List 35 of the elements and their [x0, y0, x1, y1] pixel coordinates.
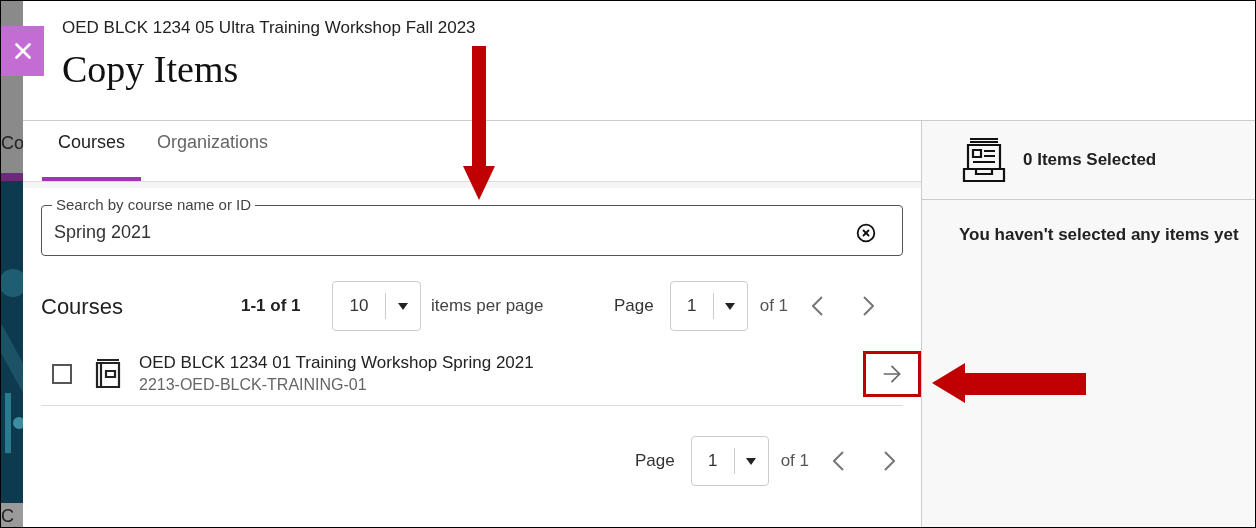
clear-icon: [856, 222, 876, 243]
items-per-page-select[interactable]: 10: [332, 281, 421, 331]
search-field[interactable]: Search by course name or ID Spring 2021: [41, 196, 903, 256]
page-total: of 1: [759, 295, 789, 318]
dialog-title: Copy Items: [62, 46, 240, 91]
search-label: Search by course name or ID: [55, 196, 253, 214]
course-icon: [95, 358, 121, 389]
tab[interactable]: Organizations: [141, 123, 285, 181]
course-name: OED BLCK 1234 05 Ultra Training Workshop Fall 2023: [62, 17, 477, 39]
chevron-left-icon: [812, 296, 824, 316]
page-select[interactable]: 1: [690, 436, 769, 486]
close-button[interactable]: [1, 26, 44, 76]
chevron-right-icon: [863, 296, 875, 316]
course-id: 2213-OED-BLCK-TRAINING-01: [139, 374, 368, 395]
items-per-page-label: items per page: [431, 295, 545, 318]
clear-search-button[interactable]: [856, 222, 876, 243]
dropdown-caret-icon: [724, 302, 735, 310]
dropdown-caret-icon: [398, 302, 408, 310]
page-label: Page: [614, 295, 654, 318]
inbox-tray-icon: [962, 137, 1006, 183]
checkbox[interactable]: [52, 363, 72, 384]
chevron-right-icon: [884, 451, 895, 471]
chevron-left-icon: [833, 451, 844, 471]
section-heading: Courses: [41, 292, 124, 321]
open-course-button[interactable]: [863, 350, 921, 397]
selected-count: 0 Items Selected: [1023, 149, 1157, 172]
background-text: C: [1, 505, 14, 527]
result-count: 1-1 of 1: [241, 295, 302, 318]
dropdown-caret-icon: [745, 457, 756, 465]
page-label: Page: [634, 450, 675, 473]
empty-selection-message: You haven't selected any items yet: [958, 224, 1240, 246]
course-title: OED BLCK 1234 01 Training Workshop Spring 2021: [139, 351, 535, 374]
page-select[interactable]: 1: [669, 281, 748, 331]
background-text: Co: [1, 132, 23, 155]
page-total: of 1: [780, 450, 809, 473]
